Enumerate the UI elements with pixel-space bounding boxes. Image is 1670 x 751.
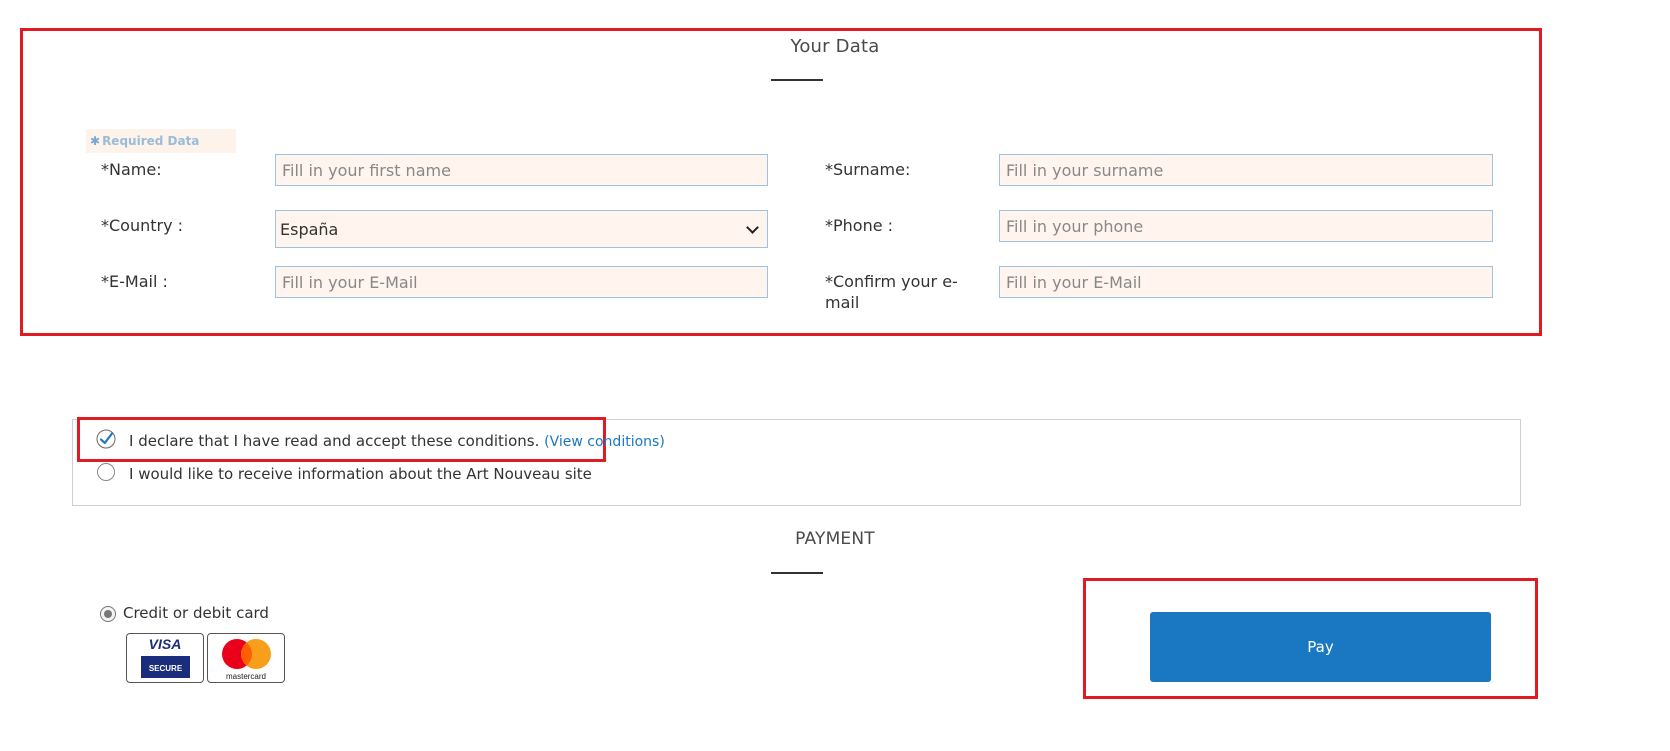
view-conditions-link[interactable]: (View conditions) (544, 434, 665, 450)
phone-input[interactable] (999, 210, 1493, 242)
payment-title-divider (771, 572, 823, 574)
required-data-label: Required Data (102, 134, 200, 148)
country-select[interactable]: España (275, 210, 768, 248)
first-name-input[interactable] (275, 154, 768, 186)
pay-button[interactable]: Pay (1150, 612, 1491, 682)
name-label: *Name: (101, 160, 162, 179)
payment-method-radio[interactable] (100, 606, 116, 622)
title-divider (771, 79, 823, 81)
country-selected-value: España (280, 219, 339, 239)
payment-title: PAYMENT (795, 529, 875, 549)
phone-label: *Phone : (825, 216, 894, 235)
visa-secure-text: SECURE (149, 664, 183, 673)
surname-input[interactable] (999, 154, 1493, 186)
email-label: *E-Mail : (101, 272, 168, 291)
check-circle-icon[interactable] (96, 429, 116, 449)
payment-method-label: Credit or debit card (123, 604, 269, 622)
visa-secure-logo: VISA SECURE (126, 633, 204, 683)
mastercard-wordmark: mastercard (226, 672, 266, 681)
accept-conditions-label: I declare that I have read and accept th… (129, 432, 540, 450)
visa-wordmark: VISA (149, 636, 182, 652)
email-input[interactable] (275, 266, 768, 298)
chevron-down-icon (746, 220, 759, 234)
surname-label: *Surname: (825, 160, 911, 179)
newsletter-label: I would like to receive information abou… (129, 465, 592, 483)
asterisk-icon: ✱ (90, 134, 101, 148)
your-data-title: Your Data (790, 36, 880, 57)
checkout-page: Your Data ✱Required Data *Name: *Surname… (0, 0, 1670, 751)
confirm-email-label: *Confirm your e-mail (825, 272, 958, 312)
mastercard-logo-graphic: mastercard (222, 639, 271, 681)
newsletter-radio[interactable] (97, 463, 115, 481)
required-data-note: ✱ Required Data (86, 129, 236, 153)
accept-conditions-text: I declare that I have read and accept th… (129, 432, 665, 450)
mastercard-logo: mastercard (207, 633, 285, 683)
confirm-email-input[interactable] (999, 266, 1493, 298)
country-label: *Country : (101, 216, 184, 235)
payment-method-card[interactable]: Credit or debit card (100, 604, 269, 622)
visa-logo-graphic: VISA SECURE (141, 636, 190, 678)
